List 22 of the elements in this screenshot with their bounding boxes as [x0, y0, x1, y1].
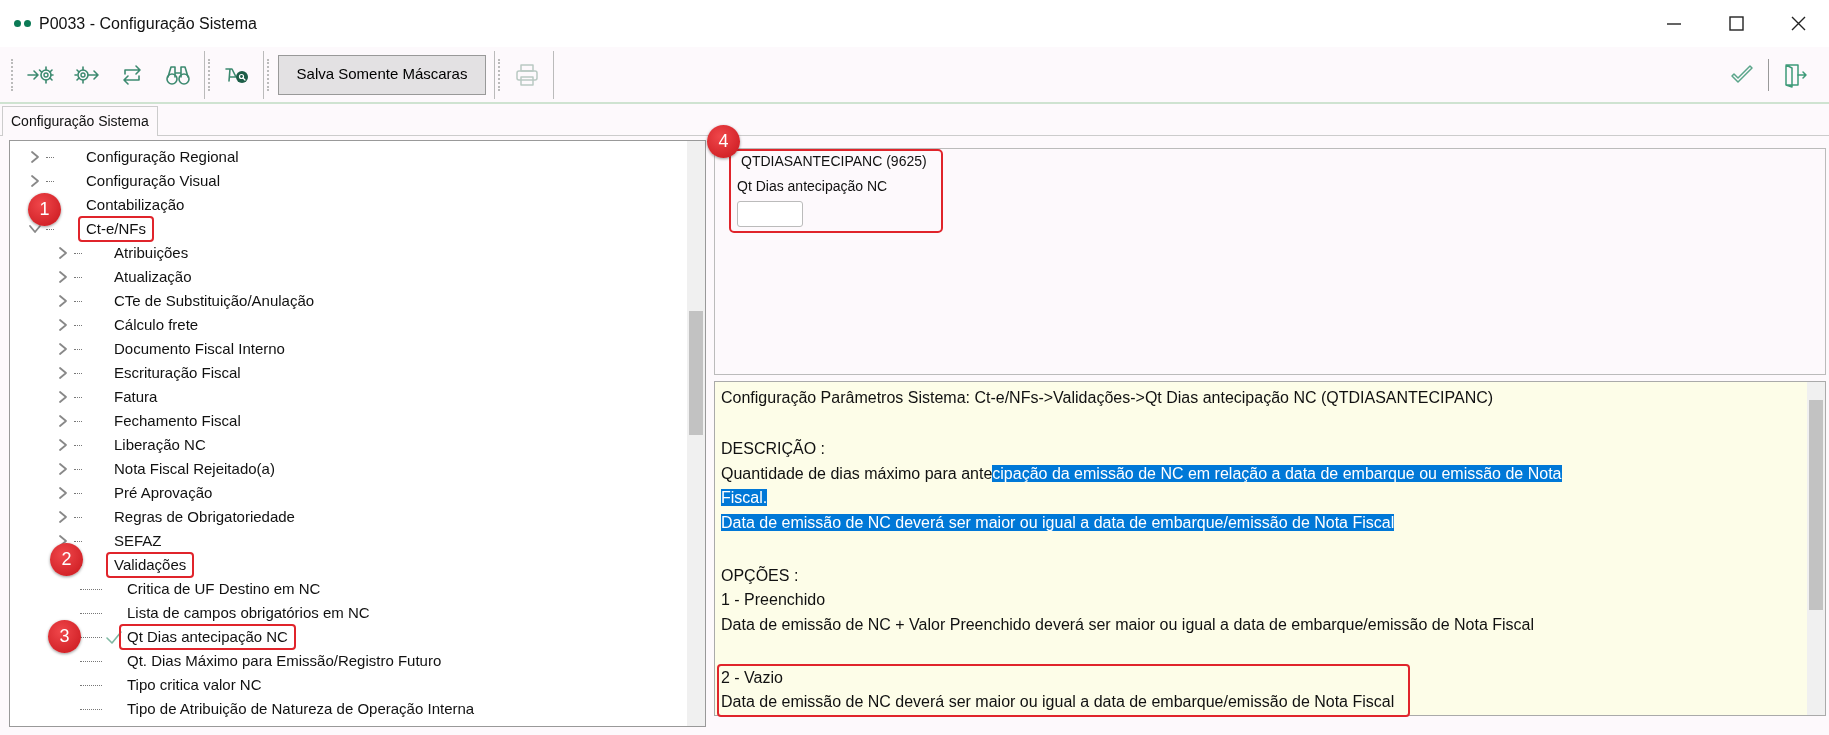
step-badge: 2	[50, 543, 83, 576]
selected-text: Fiscal.	[721, 489, 768, 506]
description-text: 1 - Preenchido	[721, 591, 826, 608]
tree-item[interactable]: Ct-e/NFs	[78, 215, 154, 243]
tab[interactable]: Configuração Sistema	[2, 106, 158, 136]
description-text: Data de emissão de NC deverá ser maior ou igual a data de embarque/emissão de Nota Fiscal	[721, 693, 1395, 710]
description-text: DESCRIÇÃO :	[721, 440, 825, 457]
tree-item[interactable]: Validações	[106, 551, 195, 579]
save-masks-button[interactable]: Salva Somente Máscaras	[278, 54, 486, 95]
description-text: Quantidade de dias máximo para ante	[721, 464, 993, 482]
description-text: Data de emissão de NC + Valor Preenchido deverá ser maior ou igual a data de embarque/emissão de Nota Fiscal	[721, 615, 1535, 633]
selected-text: cipação da emissão de NC em relação a data de embarque ou emissão de Nota	[992, 464, 1562, 482]
step-badge: 3	[48, 620, 81, 653]
selected-text: Data de emissão de NC deverá ser maior ou igual a data de embarque/emissão de Nota Fiscal	[721, 513, 1395, 531]
step-badge: 4	[707, 125, 740, 158]
description-text: OPÇÕES :	[721, 566, 799, 584]
description-text: 2 - Vazio	[721, 668, 783, 686]
field-label: Qt Dias antecipação NC	[737, 177, 889, 196]
description-path: Configuração Parâmetros Sistema: Ct-e/NFs->Validações->Qt Dias antecipação NC (QTDIASANTECIPANC)	[721, 388, 1495, 408]
window-title: P0033 - Configuração Sistema	[39, 13, 257, 34]
step-badge: 1	[28, 193, 61, 226]
tree-item[interactable]: Qt Dias antecipação NC	[119, 623, 296, 651]
